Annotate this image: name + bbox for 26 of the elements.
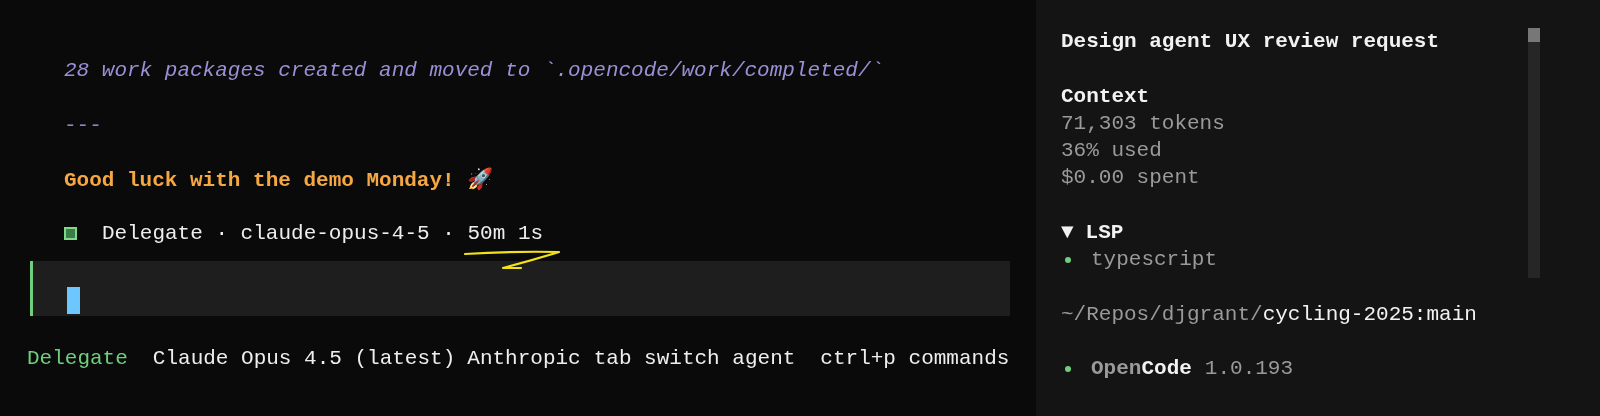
message-heading: Good luck with the demo Monday! 🚀 (64, 167, 495, 194)
run-summary: Delegate · claude-opus-4-5 · (102, 221, 456, 247)
run-duration: 50m 1s (467, 222, 544, 245)
status-square-icon (64, 227, 77, 240)
shortcut-hint: tab switch agent (593, 346, 796, 372)
status-text: Anthropic (467, 346, 581, 372)
horizontal-rule-text: --- (64, 113, 103, 139)
project-branch: cycling-2025:main (1262, 302, 1477, 328)
server-name: typescript (1091, 247, 1218, 273)
context-stat: 36% used (1061, 138, 1163, 164)
agent-label: Delegate (27, 346, 128, 372)
session-title: Design agent UX review request (1061, 29, 1440, 55)
scrollbar-thumb[interactable] (1528, 28, 1540, 42)
collapse-toggle[interactable]: ▼ (1061, 219, 1074, 246)
context-stat: $0.00 spent (1061, 165, 1201, 191)
section-heading: LSP (1085, 220, 1124, 246)
app-name-part: Open (1091, 356, 1142, 382)
app-version: 1.0.193 (1204, 356, 1294, 382)
prompt-input[interactable] (30, 261, 1010, 316)
section-heading: Context (1061, 84, 1151, 110)
shortcut-hint: ctrl+p commands (820, 346, 1010, 372)
status-text: Claude Opus 4.5 (latest) (152, 346, 456, 372)
context-stat: 71,303 tokens (1061, 111, 1226, 137)
path-prefix: ~/Repos/djgrant/ (1061, 302, 1263, 328)
message-text: 28 work packages created and moved to `.opencode/work/completed/` (64, 58, 885, 84)
app-name-part: Code (1141, 356, 1192, 382)
